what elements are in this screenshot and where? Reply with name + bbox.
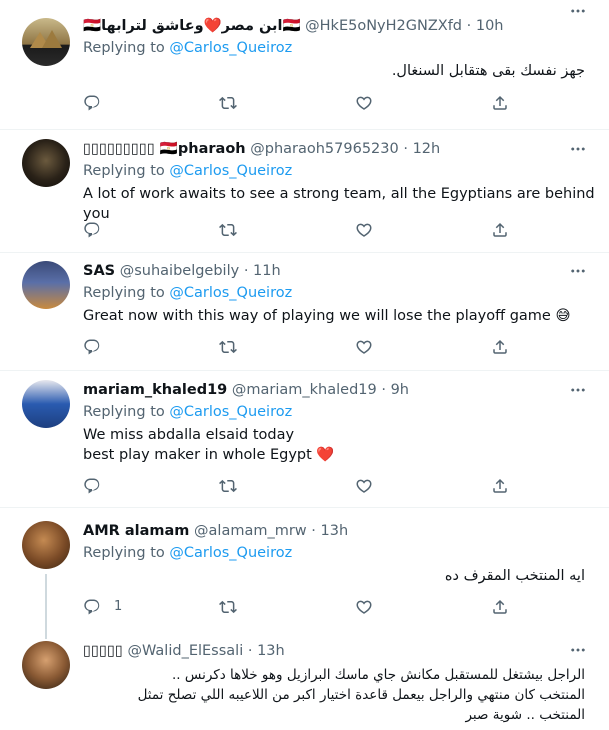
tweet-text: ايه المنتخب المقرف ده	[444, 568, 585, 584]
user-handle[interactable]: @suhaibelgebily	[120, 263, 239, 279]
share-icon[interactable]	[491, 338, 511, 358]
tweet[interactable]: mariam_khaled19 @mariam_khaled19 · 9h Re…	[0, 371, 609, 508]
avatar[interactable]	[22, 139, 70, 187]
user-name[interactable]: ▯▯▯▯▯	[83, 643, 123, 659]
separator-dot: ·	[311, 523, 316, 539]
more-icon[interactable]	[569, 641, 587, 657]
user-name[interactable]: 🇪🇬ابن مصر❤️وعاشق لترابها🇪🇬	[83, 18, 301, 34]
tweet[interactable]: SAS @suhaibelgebily · 11h Replying to @C…	[0, 253, 609, 371]
tweet-actions	[83, 94, 513, 114]
user-handle[interactable]: @alamam_mrw	[194, 523, 307, 539]
share-icon[interactable]	[491, 477, 511, 497]
share-icon[interactable]	[491, 94, 511, 114]
mention-link[interactable]: @Carlos_Queiroz	[169, 163, 292, 179]
mention-link[interactable]: @Carlos_Queiroz	[169, 545, 292, 561]
more-icon[interactable]	[569, 140, 587, 156]
replying-to: Replying to @Carlos_Queiroz	[83, 161, 609, 181]
tweet-actions	[83, 221, 513, 241]
timestamp[interactable]: 12h	[413, 141, 441, 157]
tweet-text-line: We miss abdalla elsaid today	[83, 427, 295, 443]
timestamp[interactable]: 11h	[253, 263, 281, 279]
retweet-icon[interactable]	[219, 598, 239, 618]
more-icon[interactable]	[569, 381, 587, 397]
timestamp[interactable]: 13h	[321, 523, 349, 539]
reply-count: 1	[114, 599, 123, 614]
reply-icon[interactable]	[83, 94, 103, 114]
replying-to-label: Replying to	[83, 545, 170, 561]
replying-to: Replying to @Carlos_Queiroz	[83, 543, 609, 563]
tweet-actions	[83, 477, 513, 497]
like-icon[interactable]	[355, 338, 375, 358]
tweet-text-segment: best play maker in whole Egypt	[83, 447, 312, 463]
tweet-text: We miss abdalla elsaid today best play m…	[83, 425, 609, 465]
tweet-text-line: best play maker in whole Egypt ❤️	[83, 445, 609, 465]
more-icon[interactable]	[569, 262, 587, 278]
tweet[interactable]: ▯▯▯▯▯▯▯▯▯ 🇪🇬pharaoh @pharaoh57965230 · 1…	[0, 130, 609, 253]
reply-icon[interactable]	[83, 221, 103, 241]
timestamp[interactable]: 13h	[257, 643, 285, 659]
user-name[interactable]: SAS	[83, 263, 115, 279]
like-icon[interactable]	[355, 598, 375, 618]
replying-to: Replying to @Carlos_Queiroz	[83, 38, 609, 58]
reply-icon[interactable]	[83, 477, 103, 497]
timestamp[interactable]: 9h	[391, 382, 409, 398]
tweet-text-line: المنتخب كان منتهي والراجل بيعمل قاعدة اخ…	[137, 687, 585, 703]
mention-link[interactable]: @Carlos_Queiroz	[169, 404, 292, 420]
like-icon[interactable]	[355, 94, 375, 114]
tweet-actions: 1	[83, 598, 513, 618]
tweet[interactable]: 🇪🇬ابن مصر❤️وعاشق لترابها🇪🇬 @HkE5oNyH2GNZ…	[0, 0, 609, 130]
like-icon[interactable]	[355, 477, 375, 497]
tweet-text: A lot of work awaits to see a strong tea…	[83, 186, 595, 222]
tweet-text: Great now with this way of playing we wi…	[83, 308, 571, 324]
avatar[interactable]	[22, 380, 70, 428]
timestamp[interactable]: 10h	[476, 18, 504, 34]
reply-icon[interactable]	[83, 338, 103, 358]
replying-to-label: Replying to	[83, 404, 170, 420]
tweet[interactable]: ▯▯▯▯▯ @Walid_ElEssali · 13h الراجل بيشتغ…	[0, 631, 609, 730]
tweet-text-line: المنتخب .. شوية صبر	[465, 707, 585, 723]
reply-icon[interactable]: 1	[83, 598, 122, 618]
share-icon[interactable]	[491, 221, 511, 241]
avatar[interactable]	[22, 261, 70, 309]
separator-dot: ·	[403, 141, 408, 157]
user-name[interactable]: mariam_khaled19	[83, 382, 227, 398]
replying-to-label: Replying to	[83, 163, 170, 179]
avatar[interactable]	[22, 18, 70, 66]
retweet-icon[interactable]	[219, 94, 239, 114]
tweet-text: جهز نفسك بقى هتقابل السنغال.	[391, 63, 585, 79]
replying-to-label: Replying to	[83, 40, 170, 56]
separator-dot: ·	[243, 263, 249, 279]
replying-to: Replying to @Carlos_Queiroz	[83, 283, 609, 303]
retweet-icon[interactable]	[219, 221, 239, 241]
user-handle[interactable]: @HkE5oNyH2GNZXfd	[305, 18, 462, 34]
retweet-icon[interactable]	[219, 477, 239, 497]
tweet-text-line: الراجل بيشتغل للمستقبل مكانش جاي ماسك ال…	[171, 667, 585, 683]
heart-emoji: ❤️	[316, 447, 335, 463]
user-name[interactable]: ▯▯▯▯▯▯▯▯▯ 🇪🇬pharaoh	[83, 141, 246, 157]
user-handle[interactable]: @pharaoh57965230	[250, 141, 399, 157]
replying-to: Replying to @Carlos_Queiroz	[83, 402, 609, 422]
replying-to-label: Replying to	[83, 285, 170, 301]
share-icon[interactable]	[491, 598, 511, 618]
mention-link[interactable]: @Carlos_Queiroz	[169, 40, 292, 56]
thread-line	[45, 574, 47, 631]
avatar[interactable]	[22, 521, 70, 569]
like-icon[interactable]	[355, 221, 375, 241]
tweet[interactable]: AMR alamam @alamam_mrw · 13h Replying to…	[0, 508, 609, 631]
avatar[interactable]	[22, 641, 70, 689]
user-handle[interactable]: @Walid_ElEssali	[128, 643, 244, 659]
tweet-text: الراجل بيشتغل للمستقبل مكانش جاي ماسك ال…	[83, 665, 609, 725]
separator-dot: ·	[247, 643, 253, 659]
tweet-actions	[83, 338, 513, 358]
mention-link[interactable]: @Carlos_Queiroz	[169, 285, 292, 301]
more-icon[interactable]	[569, 2, 587, 18]
thread-line	[45, 631, 47, 639]
separator-dot: ·	[381, 382, 386, 398]
user-handle[interactable]: @mariam_khaled19	[232, 382, 377, 398]
retweet-icon[interactable]	[219, 338, 239, 358]
separator-dot: ·	[466, 18, 472, 34]
user-name[interactable]: AMR alamam	[83, 523, 189, 539]
